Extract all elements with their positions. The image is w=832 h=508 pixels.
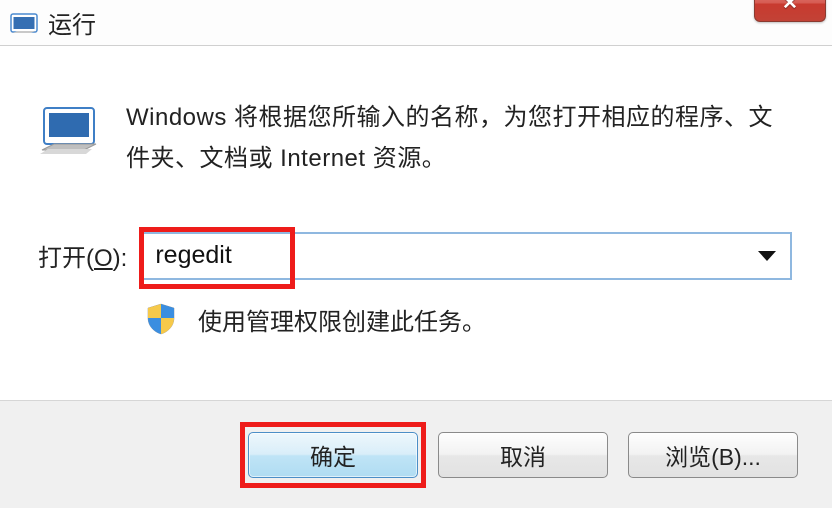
window-title: 运行 [48,5,96,40]
open-label-letter: O [94,245,113,272]
close-icon: ✕ [782,0,798,15]
run-dialog: 运行 ✕ Windows 将根据您所输入的名称，为您打开相应的程序、文件夹、文档… [0,0,832,508]
cancel-button[interactable]: 取消 [438,432,608,478]
open-label-prefix: 打开( [38,245,94,272]
open-input-value: regedit [145,241,231,270]
ok-button[interactable]: 确定 [248,432,418,478]
chevron-down-icon[interactable] [758,251,776,261]
ok-button-wrap: 确定 [248,432,418,478]
shield-icon [144,302,178,336]
run-titlebar-icon [10,11,38,35]
browse-button[interactable]: 浏览(B)... [628,432,798,478]
open-combo-wrap: regedit [139,232,792,280]
open-label-suffix: ): [113,245,128,272]
admin-row: 使用管理权限创建此任务。 [38,302,792,337]
button-bar: 确定 取消 浏览(B)... [0,400,832,508]
open-row: 打开(O): regedit [38,232,792,280]
titlebar: 运行 ✕ [0,0,832,46]
open-label: 打开(O): [38,238,127,273]
intro-row: Windows 将根据您所输入的名称，为您打开相应的程序、文件夹、文档或 Int… [38,98,792,180]
admin-text: 使用管理权限创建此任务。 [198,302,486,337]
run-program-icon [38,100,100,158]
intro-text: Windows 将根据您所输入的名称，为您打开相应的程序、文件夹、文档或 Int… [126,98,792,180]
close-button[interactable]: ✕ [754,0,826,22]
content-area: Windows 将根据您所输入的名称，为您打开相应的程序、文件夹、文档或 Int… [0,46,832,337]
open-combobox[interactable]: regedit [139,232,792,280]
